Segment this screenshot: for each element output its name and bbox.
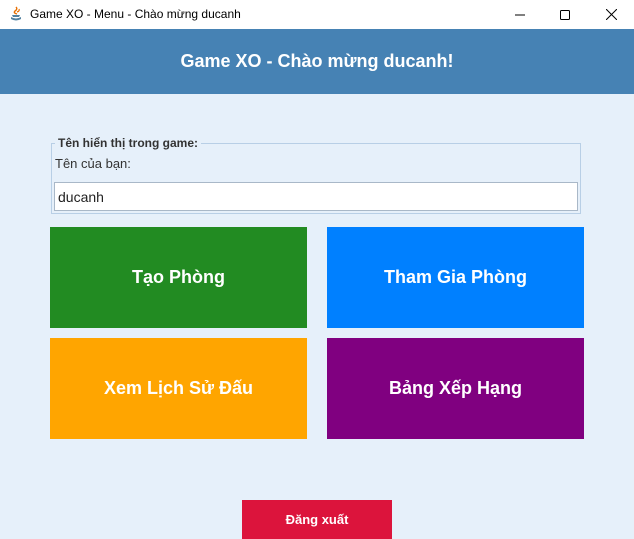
leaderboard-button[interactable]: Bảng Xếp Hạng	[327, 338, 584, 439]
maximize-icon	[560, 9, 570, 20]
match-history-label: Xem Lịch Sử Đấu	[103, 378, 254, 398]
logout-label: Đăng xuất	[285, 512, 349, 527]
maximize-button[interactable]	[542, 0, 588, 29]
header-banner: Game XO - Chào mừng ducanh!	[0, 29, 634, 94]
close-icon	[605, 9, 617, 20]
header-title: Game XO - Chào mừng ducanh!	[180, 51, 454, 71]
close-button[interactable]	[588, 0, 634, 29]
title-bar: Game XO - Menu - Chào mừng ducanh	[0, 0, 634, 29]
minimize-icon	[515, 14, 525, 15]
logout-button[interactable]: Đăng xuất	[242, 500, 392, 539]
join-room-label: Tham Gia Phòng	[383, 267, 527, 287]
main-content: Tên hiển thị trong game: Tên của bạn: Tạ…	[0, 94, 634, 539]
join-room-button[interactable]: Tham Gia Phòng	[327, 227, 584, 328]
minimize-button[interactable]	[497, 0, 543, 29]
create-room-button[interactable]: Tạo Phòng	[50, 227, 307, 328]
leaderboard-label: Bảng Xếp Hạng	[388, 378, 522, 398]
name-input[interactable]	[54, 182, 578, 211]
panel-legend: Tên hiển thị trong game:	[55, 136, 201, 150]
match-history-button[interactable]: Xem Lịch Sử Đấu	[50, 338, 307, 439]
create-room-label: Tạo Phòng	[132, 267, 225, 287]
window-title: Game XO - Menu - Chào mừng ducanh	[30, 7, 241, 21]
name-label: Tên của bạn:	[55, 156, 131, 171]
java-icon	[9, 6, 23, 22]
